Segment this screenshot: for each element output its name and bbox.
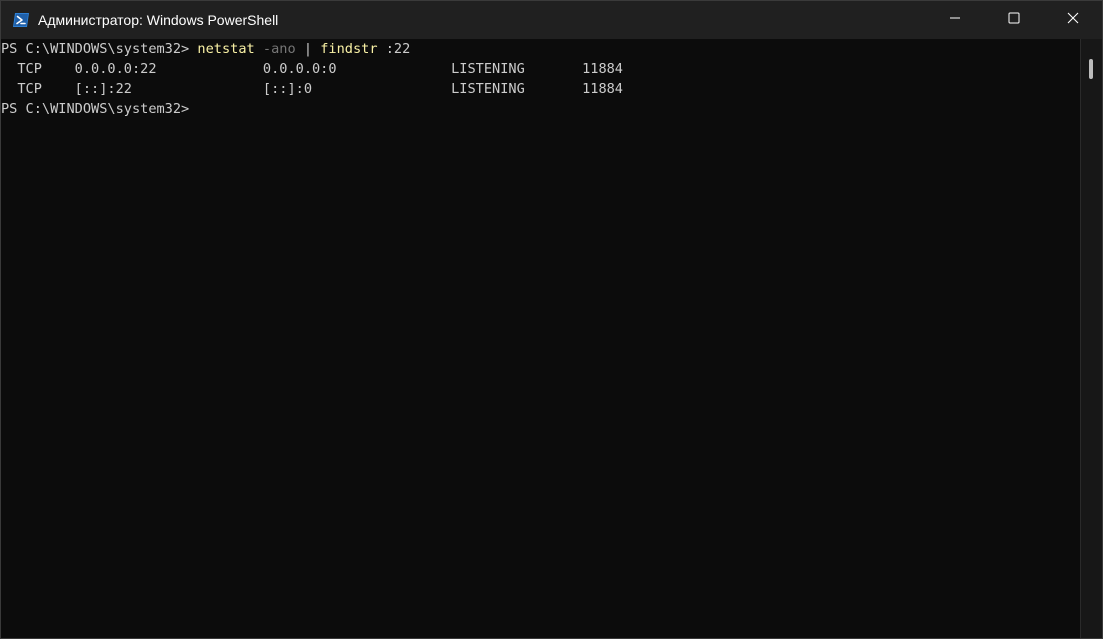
minimize-icon [949,11,961,29]
window-title: Администратор: Windows PowerShell [38,12,279,28]
powershell-window: Администратор: Windows PowerShell PS C:\… [0,0,1103,639]
final-prompt: PS C:\WINDOWS\system32> [1,101,190,117]
output-line: TCP 0.0.0.0:22 0.0.0.0:0 LISTENING 11884 [1,61,623,77]
command-name-2: findstr [320,41,378,57]
prompt: PS C:\WINDOWS\system32> [1,41,198,57]
close-button[interactable] [1043,1,1102,39]
console-output[interactable]: PS C:\WINDOWS\system32> netstat -ano | f… [1,39,1081,638]
output-line: TCP [::]:22 [::]:0 LISTENING 11884 [1,81,623,97]
vertical-scrollbar[interactable] [1080,39,1102,638]
command-line: PS C:\WINDOWS\system32> netstat -ano | f… [1,39,1081,59]
close-icon [1067,11,1079,29]
window-controls [925,1,1102,39]
command-name: netstat [197,41,255,57]
maximize-button[interactable] [984,1,1043,39]
maximize-icon [1008,11,1020,29]
powershell-icon [12,12,30,28]
pipe-operator: | [303,41,313,57]
command-argument: :22 [385,41,411,57]
command-parameter: -ano [262,41,296,57]
title-bar[interactable]: Администратор: Windows PowerShell [1,1,1102,39]
minimize-button[interactable] [925,1,984,39]
scrollbar-thumb[interactable] [1089,59,1093,79]
